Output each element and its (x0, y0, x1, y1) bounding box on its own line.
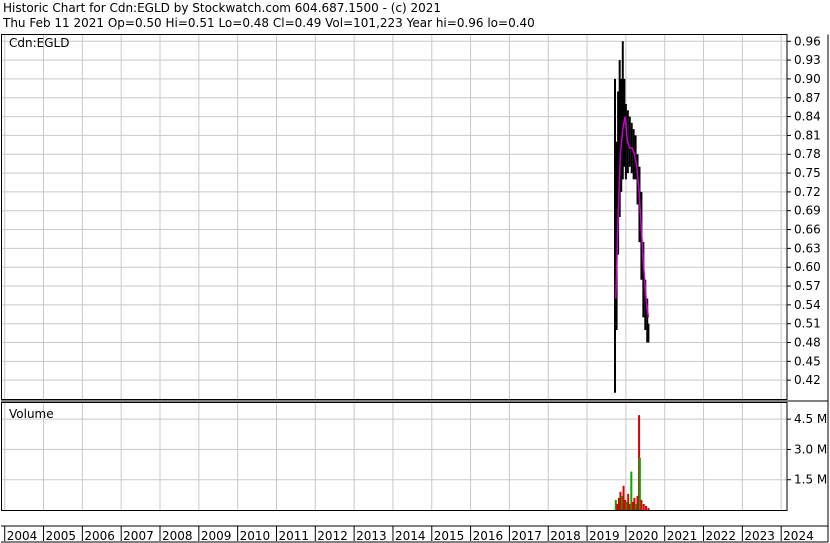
volume-bar (640, 499, 643, 510)
price-tick-label: 0.93 (794, 53, 821, 67)
year-label: 2017 (511, 529, 542, 543)
grid (2, 35, 787, 510)
year-label: 2022 (706, 529, 737, 543)
price-panel-border (1, 34, 788, 400)
price-tick-label: 0.42 (794, 373, 821, 387)
price-tick-label: 0.63 (794, 241, 821, 255)
year-label: 2021 (667, 529, 698, 543)
year-label: 2014 (395, 529, 426, 543)
volume-bar (647, 507, 650, 510)
year-label: 2010 (240, 529, 271, 543)
volume-panel-label: Volume (9, 407, 54, 421)
year-label: 2011 (278, 529, 309, 543)
price-tick-label: 0.87 (794, 91, 821, 105)
year-label: 2012 (317, 529, 348, 543)
price-panel-label: Cdn:EGLD (9, 36, 69, 50)
year-label: 2023 (744, 529, 775, 543)
price-tick-label: 0.69 (794, 204, 821, 218)
year-label: 2004 (7, 529, 38, 543)
price-tick-label: 0.78 (794, 147, 821, 161)
price-tick-label: 0.66 (794, 223, 821, 237)
year-label: 2006 (84, 529, 115, 543)
price-tick-label: 0.84 (794, 110, 821, 124)
year-label: 2008 (162, 529, 193, 543)
price-tick-label: 0.54 (794, 298, 821, 312)
year-label: 2024 (783, 529, 814, 543)
year-label: 2005 (46, 529, 77, 543)
price-tick-label: 0.57 (794, 279, 821, 293)
year-label: 2015 (434, 529, 465, 543)
year-label: 2018 (550, 529, 581, 543)
price-tick-label: 0.45 (794, 354, 821, 368)
price-tick-label: 0.51 (794, 317, 821, 331)
year-label: 2007 (123, 529, 154, 543)
volume-bars (614, 415, 650, 510)
year-label: 2009 (201, 529, 232, 543)
price-tick-label: 0.81 (794, 128, 821, 142)
year-label: 2019 (589, 529, 620, 543)
price-bars (614, 41, 650, 393)
volume-tick-label: 3.0 M (794, 442, 827, 456)
volume-tick-label: 4.5 M (794, 412, 827, 426)
price-tick-label: 0.90 (794, 72, 821, 86)
axis-labels: Cdn:EGLD Volume 0.96 0.93 0.90 0.87 0.84 0.81… (7, 34, 828, 543)
year-label: 2013 (356, 529, 387, 543)
price-tick-label: 0.96 (794, 34, 821, 48)
volume-bar (642, 503, 645, 510)
price-tick-label: 0.72 (794, 185, 821, 199)
volume-tick-label: 1.5 M (794, 473, 827, 487)
year-label: 2020 (628, 529, 659, 543)
volume-bar (645, 505, 648, 510)
year-label: 2016 (473, 529, 504, 543)
price-tick-label: 0.75 (794, 166, 821, 180)
price-tick-label: 0.60 (794, 260, 821, 274)
historic-chart: Cdn:EGLD Volume 0.96 0.93 0.90 0.87 0.84 0.81… (1, 34, 829, 543)
price-tick-label: 0.48 (794, 336, 821, 350)
